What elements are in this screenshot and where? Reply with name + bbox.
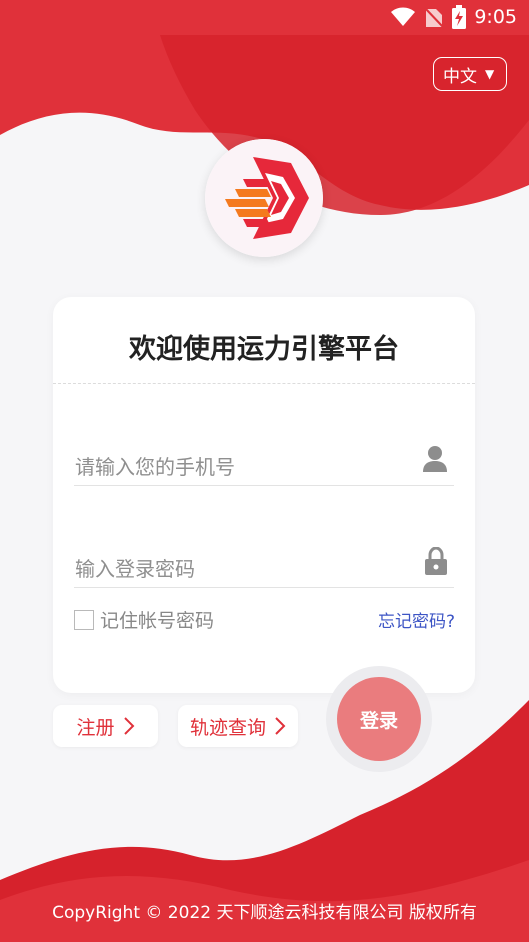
card-title: 欢迎使用运力引擎平台 [129, 334, 399, 365]
language-label: 中文 [443, 66, 477, 87]
no-sim-icon [424, 7, 445, 28]
phone-placeholder: 请输入您的手机号 [75, 455, 235, 479]
battery-charging-icon [452, 5, 467, 29]
forgot-password-link[interactable]: 忘记密码? [378, 607, 455, 632]
login-card: 欢迎使用运力引擎平台 请输入您的手机号 输入登录密码 记住帐号密码 忘记密码? [53, 297, 475, 693]
status-time: 9:05 [474, 6, 517, 28]
status-bar: 9:05 [0, 0, 529, 35]
track-query-label: 轨迹查询 [189, 716, 266, 739]
language-select[interactable]: 中文 ▼ [433, 57, 507, 91]
password-placeholder: 输入登录密码 [75, 557, 195, 581]
status-icons: 9:05 [390, 5, 517, 29]
login-label: 登录 [359, 709, 398, 732]
chevron-right-icon [275, 717, 286, 735]
password-field[interactable]: 输入登录密码 [74, 547, 454, 588]
wifi-icon [391, 7, 416, 26]
chevron-down-icon: ▼ [485, 67, 495, 81]
remember-label: 记住帐号密码 [100, 610, 215, 632]
copyright-footer: CopyRight © 2022 天下顺途云科技有限公司 版权所有 [52, 903, 477, 923]
user-icon [423, 446, 447, 472]
lock-icon [425, 547, 447, 575]
login-button[interactable]: 登录 [337, 677, 421, 761]
phone-field[interactable]: 请输入您的手机号 [74, 446, 454, 486]
register-button[interactable]: 注册 [53, 705, 158, 747]
logo-icon [205, 139, 323, 257]
card-divider [53, 383, 475, 384]
track-query-button[interactable]: 轨迹查询 [178, 705, 298, 747]
chevron-right-icon [123, 717, 134, 735]
app-logo [205, 139, 323, 257]
remember-toggle[interactable]: 记住帐号密码 [74, 606, 214, 633]
remember-checkbox[interactable] [74, 609, 94, 630]
register-label: 注册 [76, 716, 115, 739]
